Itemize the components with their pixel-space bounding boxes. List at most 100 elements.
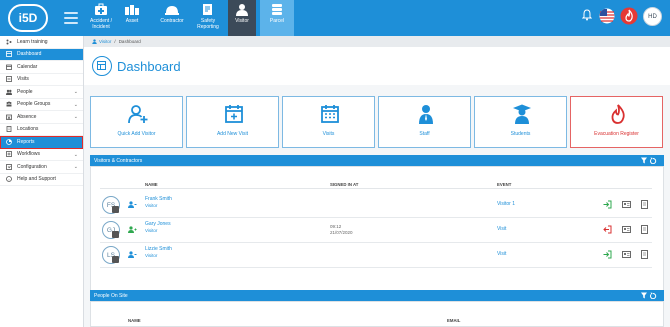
sidebar-item-reports[interactable]: Reports [0,136,83,149]
table-row[interactable]: LS Lizzie Smith Visitor Visit [100,243,652,268]
event-link[interactable]: Visit [497,251,506,257]
user-avatar[interactable]: HD [643,7,662,26]
column-header-event: EVENT [497,182,512,187]
sign-in-icon[interactable] [603,200,612,209]
parcel-icon [272,4,282,15]
tile-quick-add-visitor[interactable]: Quick Add Visitor [90,96,183,148]
visitor-name[interactable]: Gary Jones [145,221,171,227]
visitor-type: Visitor [145,203,158,208]
table-row[interactable]: GJ Gary Jones Visitor 09:12 21/07/2020 V… [100,218,652,243]
visitor-icon [92,39,97,44]
sidebar-item-help-support[interactable]: Help and Support [0,174,83,186]
module-label: Accident / Incident [90,18,112,30]
pie-chart-icon [6,138,12,145]
id-badge-icon [112,256,119,263]
chevron-down-icon: ⌄ [73,89,78,95]
absence-icon [6,114,12,120]
id-card-icon[interactable] [622,250,631,259]
sidebar-item-absence[interactable]: Absence ⌄ [0,111,83,124]
event-link[interactable]: Visitor 1 [497,201,515,207]
module-visitor[interactable]: Visitor [228,0,256,36]
sidebar-item-label: Workflows [17,151,40,158]
tile-label: Staff [419,131,430,137]
tile-label: Evacuation Register [594,131,639,137]
tile-students[interactable]: Students [474,96,567,148]
event-link[interactable]: Visit [497,226,506,232]
id-card-icon[interactable] [622,225,631,234]
module-safety-reporting[interactable]: Safety Reporting [194,0,222,36]
sidebar-item-dashboard[interactable]: Dashboard [0,48,83,61]
sidebar-item-people[interactable]: People ⌄ [0,86,83,99]
details-icon[interactable] [640,225,649,234]
tile-visits[interactable]: Visits [282,96,375,148]
sidebar-item-configuration[interactable]: Configuration ⌄ [0,161,83,174]
tile-label: Students [510,131,531,137]
first-aid-icon [95,3,107,15]
sidebar-item-label: Dashboard [17,51,42,58]
sidebar-item-label: Help and Support [17,176,56,183]
app-logo[interactable]: i5D [8,4,48,32]
help-icon [6,176,12,183]
bell-icon[interactable] [582,9,592,21]
tile-evacuation-register[interactable]: Evacuation Register [570,96,663,148]
student-icon [513,104,531,124]
module-label: Visitor [235,18,249,24]
chevron-down-icon: ⌄ [73,164,78,170]
calendar-icon [6,64,12,70]
breadcrumb-root[interactable]: Visitor [99,39,111,44]
details-icon[interactable] [640,250,649,259]
id-badge-icon [112,206,119,213]
breadcrumb-separator: / [114,39,116,44]
sidebar-item-locations[interactable]: Locations [0,124,83,136]
user-status-icon [128,201,137,208]
tile-staff[interactable]: Staff [378,96,471,148]
table-row[interactable]: FS Frank Smith Visitor Visitor 1 [100,193,652,218]
fire-alert-icon[interactable] [620,7,638,25]
tile-label: Visits [322,131,335,137]
sidebar-item-workflows[interactable]: Workflows ⌄ [0,149,83,161]
details-icon[interactable] [640,200,649,209]
sidebar-item-visits[interactable]: Visits [0,74,83,86]
user-status-icon [128,251,137,258]
add-user-icon [128,105,148,124]
sign-in-icon[interactable] [603,250,612,259]
fire-icon [611,104,625,124]
module-label: Safety Reporting [197,18,219,30]
people-panel-header: People On Site [90,290,664,301]
module-asset[interactable]: Asset [118,0,146,36]
visitor-name[interactable]: Frank Smith [145,196,172,202]
sidebar-item-label: People Groups [17,101,51,108]
module-contractor[interactable]: Contractor [157,0,187,36]
signed-in-date: 21/07/2020 [330,230,353,235]
column-header-name: NAME [128,318,141,323]
menu-toggle-icon[interactable] [64,12,78,24]
sidebar-item-label: Locations [17,126,39,133]
id-badge-icon [112,231,119,238]
us-flag-icon[interactable] [599,8,615,24]
configuration-icon [6,163,12,170]
filter-refresh-icon[interactable] [640,157,658,164]
main-content: Visitor / Dashboard Dashboard Quick Add … [84,36,670,327]
module-parcel[interactable]: Parcel [260,0,294,36]
filter-refresh-icon[interactable] [640,292,658,299]
sidebar-item-label: Visits [17,76,29,83]
calendar-add-icon [225,105,243,123]
visits-icon [6,76,12,83]
visitor-name[interactable]: Lizzie Smith [145,246,172,252]
column-header-signed-in-at: SIGNED IN AT [330,182,359,187]
workflow-icon [6,151,12,158]
sidebar-item-label: People [17,88,33,95]
dashboard-icon [92,56,112,76]
sign-out-icon[interactable] [603,225,612,234]
sidebar-item-calendar[interactable]: Calendar [0,61,83,74]
tile-add-new-visit[interactable]: Add New Visit [186,96,279,148]
sidebar-item-people-groups[interactable]: People Groups ⌄ [0,99,83,111]
sidebar-item-learn-training[interactable]: Learn training [0,36,83,49]
module-accident-incident[interactable]: Accident / Incident [86,0,116,36]
id-card-icon[interactable] [622,200,631,209]
staff-icon [419,105,433,124]
people-panel-body: NAME EMAIL [90,301,664,327]
branch-icon [6,39,12,45]
module-label: Asset [125,18,139,24]
sidebar-item-label: Calendar [17,63,38,70]
